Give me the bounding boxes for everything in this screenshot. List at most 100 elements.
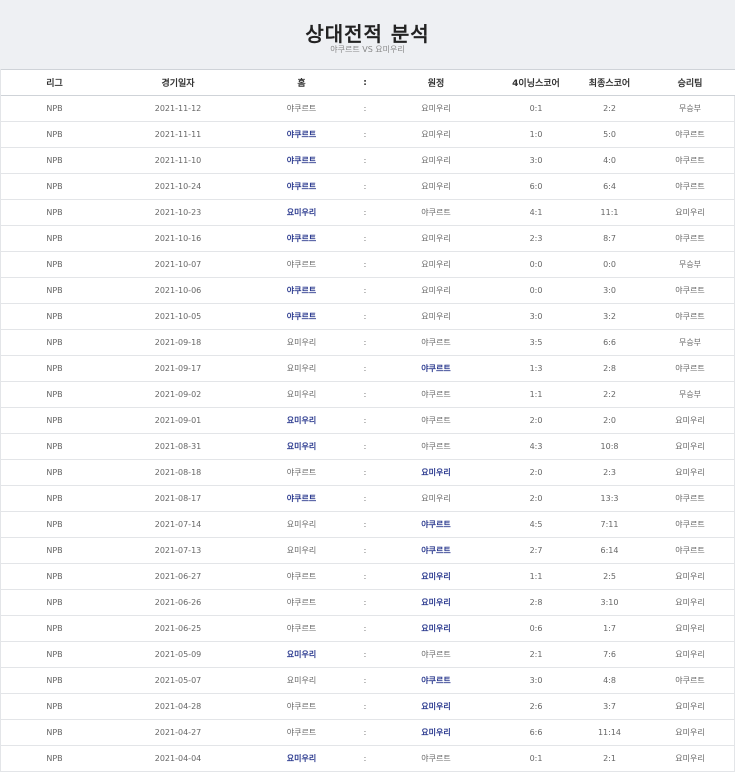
winner-cell: 요미우리 [675,754,705,763]
table-row: NPB 2021-08-31 요미우리: 야쿠르트 4:3 10:8 요미우리 [1,434,735,460]
table-row: NPB 2021-06-27 야쿠르트: 요미우리 1:1 2:5 요미우리 [1,564,735,590]
winner-cell: 요미우리 [675,442,705,451]
home-team-cell: 야쿠르트 [286,702,317,711]
separator-cell: : [363,338,367,347]
table-header-row: 리그 경기일자 홈 : 원정 4이닝스코어 최종스코어 승리팀 [1,69,735,96]
inning4-score-cell: 6:6 [529,728,543,737]
final-score-cell: 8:7 [603,234,616,243]
winner-cell: 야쿠르트 [675,364,705,373]
winner-cell: 무승부 [678,104,702,113]
date-cell: 2021-11-12 [154,104,202,113]
final-score-cell: 2:5 [603,572,616,581]
date-cell: 2021-07-13 [154,546,202,555]
separator-cell: : [363,494,367,503]
date-cell: 2021-04-04 [154,754,202,763]
league-cell: NPB [46,754,63,763]
away-team-cell: 요미우리 [421,182,451,191]
inning4-score-cell: 2:0 [529,416,543,425]
separator-cell: : [363,234,367,243]
home-team-cell: 야쿠르트 [286,130,317,139]
league-cell: NPB [46,208,63,217]
winner-cell: 야쿠르트 [675,494,705,503]
away-team-cell: 야쿠르트 [421,676,451,685]
winner-cell: 야쿠르트 [675,182,705,191]
table-body: NPB 2021-11-12 야쿠르트: 요미우리 0:1 2:2 무승부 NPB 2021-1… [1,96,735,772]
away-team-cell: 야쿠르트 [421,520,451,529]
date-cell: 2021-06-27 [154,572,202,581]
head-to-head-table: 리그 경기일자 홈 : 원정 4이닝스코어 최종스코어 승리팀 NPB 2021-… [1,69,735,772]
away-team-cell: 요미우리 [421,702,451,711]
table-row: NPB 2021-09-02 요미우리: 야쿠르트 1:1 2:2 무승부 [1,382,735,408]
league-cell: NPB [46,572,63,581]
league-cell: NPB [46,338,63,347]
league-cell: NPB [46,182,63,191]
date-cell: 2021-11-11 [154,130,202,139]
separator-cell: : [363,728,367,737]
winner-cell: 무승부 [678,260,702,269]
home-team-cell: 야쿠르트 [286,156,317,165]
winner-cell: 야쿠르트 [675,234,705,243]
winner-cell: 무승부 [678,390,702,399]
away-team-cell: 요미우리 [421,104,451,113]
date-cell: 2021-07-14 [154,520,202,529]
home-team-cell: 야쿠르트 [286,234,317,243]
separator-cell: : [363,598,367,607]
winner-cell: 요미우리 [675,598,705,607]
table-row: NPB 2021-11-11 야쿠르트: 요미우리 1:0 5:0 야쿠르트 [1,122,735,148]
date-cell: 2021-06-26 [154,598,202,607]
league-cell: NPB [46,546,63,555]
final-score-cell: 3:0 [603,286,616,295]
inning4-score-cell: 2:1 [529,650,543,659]
final-score-cell: 2:2 [603,104,616,113]
date-cell: 2021-11-10 [154,156,202,165]
date-cell: 2021-10-23 [154,208,202,217]
league-cell: NPB [46,624,63,633]
table-row: NPB 2021-11-12 야쿠르트: 요미우리 0:1 2:2 무승부 [1,96,735,122]
league-cell: NPB [46,416,63,425]
page-subtitle: 야쿠르트 VS 요미우리 [330,45,405,54]
league-cell: NPB [46,286,63,295]
table-row: NPB 2021-10-07 야쿠르트: 요미우리 0:0 0:0 무승부 [1,252,735,278]
league-cell: NPB [46,364,63,373]
inning4-score-cell: 0:1 [529,754,543,763]
away-team-cell: 야쿠르트 [421,650,451,659]
league-cell: NPB [46,234,63,243]
final-score-cell: 2:0 [603,416,616,425]
inning4-score-cell: 4:3 [529,442,543,451]
final-score-cell: 2:1 [603,754,616,763]
separator-cell: : [363,208,367,217]
away-team-cell: 야쿠르트 [421,338,451,347]
table-row: NPB 2021-04-27 야쿠르트: 요미우리 6:6 11:14 요미우리 [1,720,735,746]
table-row: NPB 2021-04-28 야쿠르트: 요미우리 2:6 3:7 요미우리 [1,694,735,720]
table-row: NPB 2021-10-05 야쿠르트: 요미우리 3:0 3:2 야쿠르트 [1,304,735,330]
final-score-cell: 13:3 [600,494,619,503]
table-row: NPB 2021-05-07 요미우리: 야쿠르트 3:0 4:8 야쿠르트 [1,668,735,694]
league-cell: NPB [46,390,63,399]
date-cell: 2021-05-07 [154,676,202,685]
separator-cell: : [363,312,367,321]
date-cell: 2021-08-18 [154,468,202,477]
date-cell: 2021-08-17 [154,494,202,503]
winner-cell: 요미우리 [675,468,705,477]
final-score-cell: 10:8 [600,442,619,451]
page-title: 상대전적 분석 [305,22,430,46]
inning4-score-cell: 2:0 [529,494,543,503]
inning4-score-cell: 0:0 [529,260,543,269]
inning4-score-cell: 3:0 [529,312,543,321]
separator-cell: : [363,130,367,139]
records-table-frame: 리그 경기일자 홈 : 원정 4이닝스코어 최종스코어 승리팀 NPB 2021-… [0,69,735,772]
separator-cell: : [363,286,367,295]
final-score-cell: 6:4 [603,182,616,191]
league-cell: NPB [46,130,63,139]
winner-cell: 무승부 [678,338,702,347]
final-score-cell: 11:1 [600,208,619,217]
date-cell: 2021-09-02 [154,390,202,399]
away-team-cell: 야쿠르트 [421,364,451,373]
league-cell: NPB [46,442,63,451]
final-score-cell: 3:10 [600,598,619,607]
winner-cell: 야쿠르트 [675,312,705,321]
separator-cell: : [363,442,367,451]
away-team-cell: 야쿠르트 [421,442,451,451]
inning4-score-cell: 2:8 [529,598,543,607]
away-team-cell: 야쿠르트 [421,416,451,425]
